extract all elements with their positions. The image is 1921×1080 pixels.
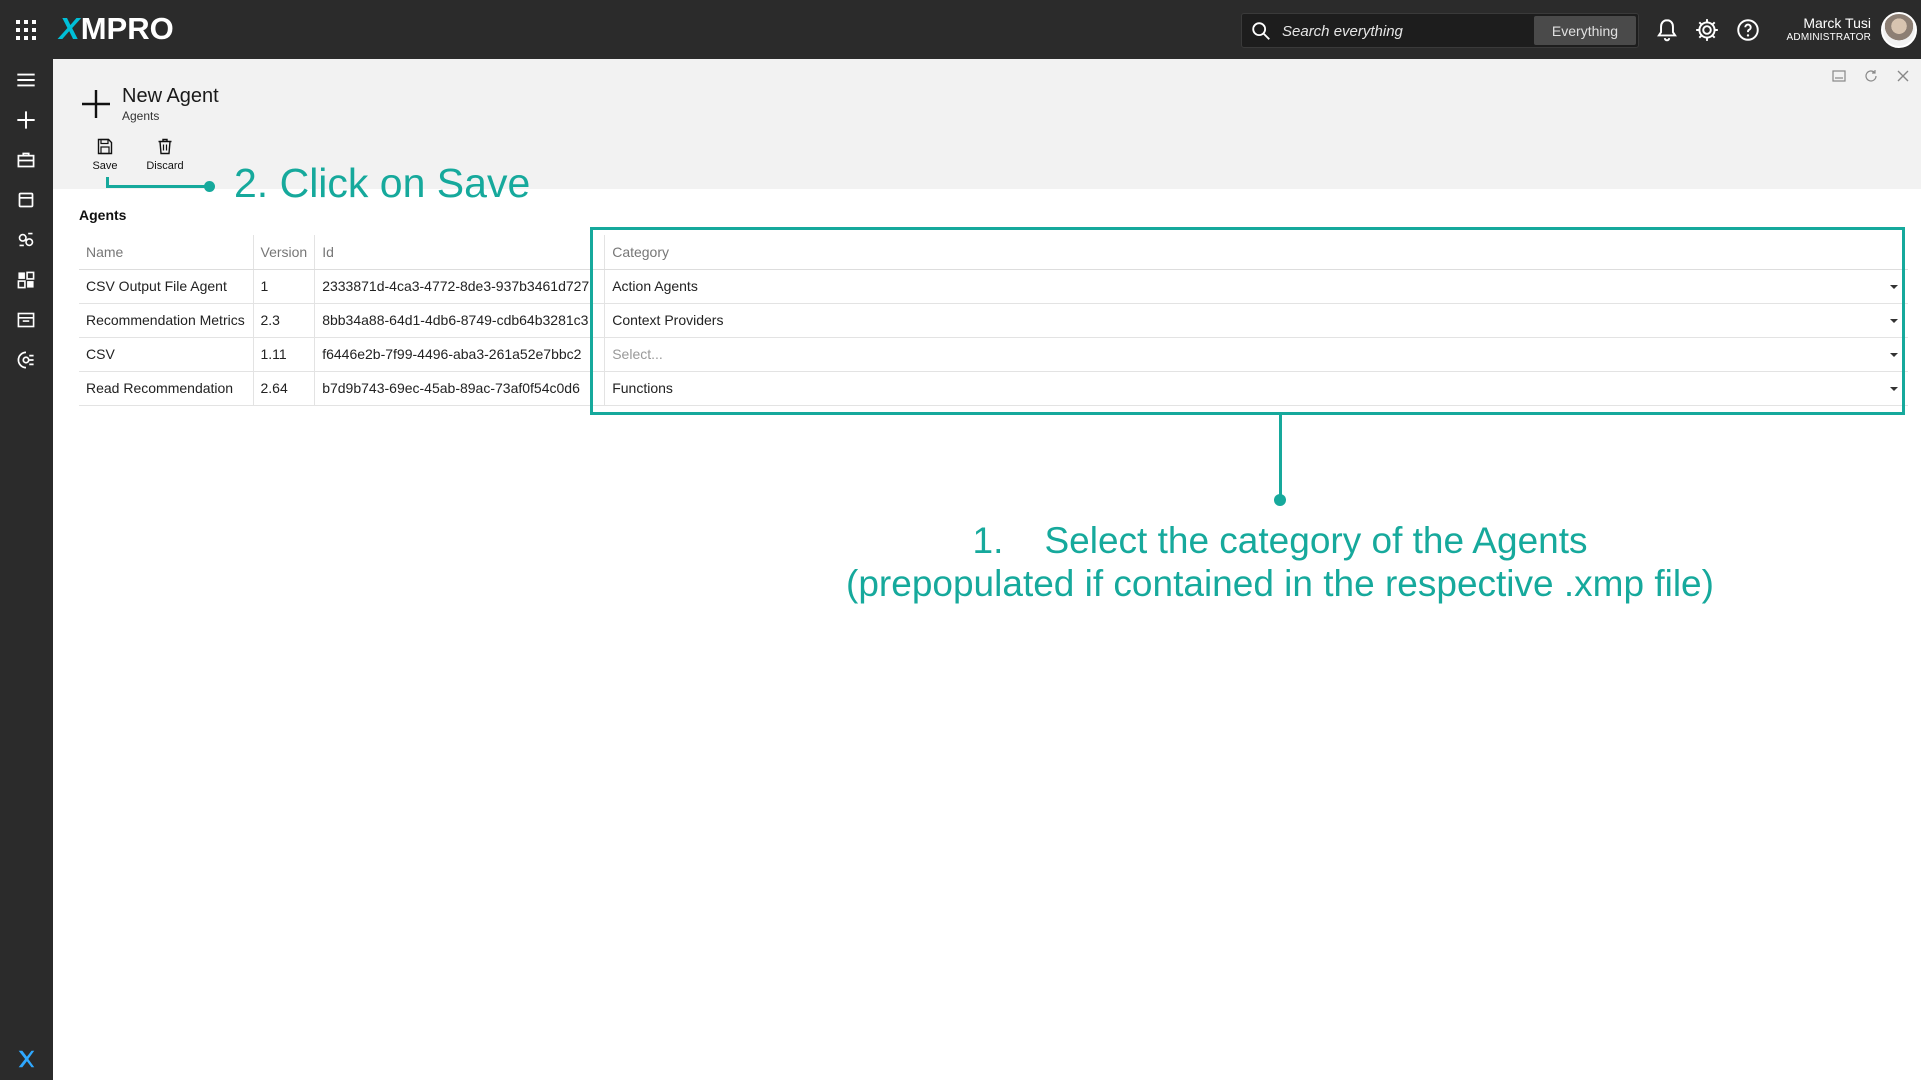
save-annotation-line [106, 185, 210, 188]
save-annotation-text: 2. Click on Save [234, 160, 531, 206]
minimize-icon[interactable] [1831, 68, 1847, 84]
column-header-id[interactable]: Id [314, 235, 606, 270]
agent-id: f6446e2b-7f99-4496-aba3-261a52e7bbc2 [314, 337, 606, 372]
column-header-version[interactable]: Version [253, 235, 316, 270]
agent-version: 1 [253, 269, 316, 304]
user-info[interactable]: Marck Tusi ADMINISTRATOR [1787, 15, 1871, 43]
agent-version: 2.3 [253, 303, 316, 338]
menu-icon[interactable] [13, 67, 39, 93]
logo-text: MPRO [80, 11, 174, 46]
search-scope-dropdown[interactable]: Everything [1534, 16, 1636, 45]
agent-id: 2333871d-4ca3-4772-8de3-937b3461d727 [314, 269, 606, 304]
save-icon [97, 138, 113, 155]
user-name: Marck Tusi [1803, 15, 1871, 31]
logo-prefix: X [59, 11, 80, 46]
agent-id: 8bb34a88-64d1-4db6-8749-cdb64b3281c3 [314, 303, 606, 338]
agents-icon[interactable] [13, 227, 39, 253]
briefcase-icon[interactable] [13, 147, 39, 173]
page-subtitle: Agents [122, 109, 160, 123]
save-button[interactable]: Save [81, 138, 129, 176]
recommendations-icon[interactable] [13, 307, 39, 333]
xmpro-x-icon[interactable] [15, 1048, 37, 1070]
apps-grid-icon[interactable] [16, 20, 36, 40]
discard-button[interactable]: Discard [141, 138, 189, 176]
agent-name: CSV Output File Agent [79, 269, 254, 304]
category-annotation-line1: 1. Select the category of the Agents [972, 520, 1588, 561]
global-search[interactable]: Search everything Everything [1241, 13, 1639, 48]
agent-name: Recommendation Metrics [79, 303, 254, 338]
close-icon[interactable] [1895, 68, 1911, 84]
agent-version: 1.11 [253, 337, 316, 372]
agent-id: b7d9b743-69ec-45ab-89ac-73af0f54c0d6 [314, 371, 606, 406]
dashboard-icon[interactable] [13, 267, 39, 293]
calendar-icon[interactable] [13, 187, 39, 213]
agent-name: Read Recommendation [79, 371, 254, 406]
agent-version: 2.64 [253, 371, 316, 406]
top-bar: X MPRO Search everything Everything Marck… [0, 0, 1921, 59]
new-agent-plus-icon [82, 90, 110, 118]
category-annotation-dot [1274, 494, 1286, 506]
ai-icon[interactable] [13, 347, 39, 373]
avatar[interactable] [1881, 12, 1917, 48]
category-annotation-line2: (prepopulated if contained in the respec… [846, 563, 1714, 604]
column-header-name[interactable]: Name [79, 235, 254, 270]
search-input[interactable]: Search everything [1282, 23, 1403, 40]
help-icon[interactable] [1735, 17, 1761, 43]
page-title: New Agent [122, 85, 219, 107]
xmpro-logo[interactable]: X MPRO [59, 11, 174, 46]
category-annotation-line [1279, 415, 1282, 497]
gear-icon[interactable] [1694, 17, 1720, 43]
bell-icon[interactable] [1654, 17, 1680, 43]
agents-section-label: Agents [79, 207, 127, 223]
left-nav [0, 59, 53, 1080]
save-label: Save [92, 160, 118, 172]
discard-label: Discard [146, 160, 184, 172]
trash-icon [158, 138, 172, 155]
refresh-icon[interactable] [1863, 68, 1879, 84]
user-role: ADMINISTRATOR [1786, 32, 1871, 43]
agent-name: CSV [79, 337, 254, 372]
plus-icon[interactable] [13, 107, 39, 133]
search-icon [1252, 22, 1270, 40]
save-annotation-dot [204, 181, 215, 192]
category-highlight-box [590, 227, 1905, 415]
